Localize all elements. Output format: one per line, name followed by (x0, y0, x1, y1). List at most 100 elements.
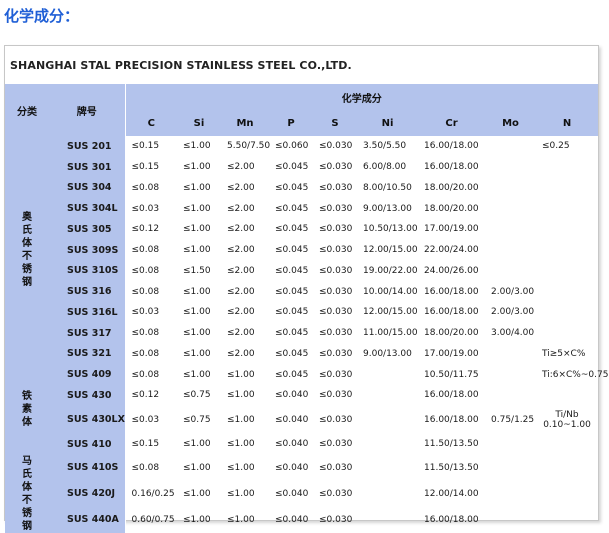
table-row: SUS 301 ≤0.15 ≤1.00 ≤2.00 ≤0.045 ≤0.030 6.00/8… (5, 156, 598, 178)
value-cell-p: ≤0.045 (275, 348, 309, 359)
value-cell-si: ≤1.00 (183, 488, 211, 499)
value-cell-n: Ti/Nb 0.10~1.00 (536, 406, 598, 434)
value-cell-c: ≤0.08 (131, 369, 160, 380)
table-row: SUS 316 ≤0.08 ≤1.00 ≤2.00 ≤0.045 ≤0.030 10.00/… (5, 281, 598, 302)
value-cell-cr: 17.00/19.00 (424, 224, 479, 235)
value-cell-n (536, 281, 598, 302)
value-cell-cr: 16.00/18.00 (424, 141, 479, 152)
element-header-ni: Ni (357, 110, 418, 136)
value-cell-cr: 16.00/18.00 (424, 286, 479, 297)
value-cell-c: ≤0.08 (131, 462, 160, 473)
value-cell-s: ≤0.030 (319, 488, 353, 499)
value-cell-si: ≤1.00 (183, 307, 211, 318)
value-cell-mn: ≤2.00 (227, 265, 255, 276)
value-cell-ni (357, 406, 418, 434)
value-cell-ni: 19.00/22.00 (363, 265, 418, 276)
table-row: SUS 317 ≤0.08 ≤1.00 ≤2.00 ≤0.045 ≤0.030 11.00/… (5, 322, 598, 344)
value-cell-cr: 11.50/13.50 (424, 462, 479, 473)
value-cell-p: ≤0.045 (275, 203, 309, 214)
value-cell-ni: 6.00/8.00 (363, 162, 407, 173)
grade-cell: SUS 317 (49, 322, 126, 344)
table-row: SUS 430LX ≤0.03 ≤0.75 ≤1.00 ≤0.040 ≤0.030 16.0… (5, 405, 598, 434)
grade-cell: SUS 309S (49, 239, 126, 261)
value-cell-mo (485, 385, 536, 406)
value-cell-c: ≤0.03 (131, 203, 160, 214)
value-cell-si: ≤0.75 (183, 414, 211, 425)
value-cell-c: ≤0.12 (131, 224, 160, 235)
table-row: SUS 321 ≤0.08 ≤1.00 ≤2.00 ≤0.045 ≤0.030 9.00/1… (5, 343, 598, 365)
value-cell-cr: 16.00/18.00 (424, 390, 479, 401)
value-cell-si: ≤1.00 (183, 348, 211, 359)
n-value-line-2: 0.10~1.00 (543, 419, 591, 430)
value-cell-mn: 5.50/7.50 (227, 141, 271, 152)
grade-cell: SUS 440A (49, 506, 126, 533)
value-cell-si: ≤1.00 (183, 462, 211, 473)
value-cell-cr: 18.00/20.00 (424, 328, 479, 339)
grade-cell: SUS 316 (49, 281, 126, 302)
value-cell-mo (485, 240, 536, 261)
category-cell: 铁素体 (5, 364, 49, 455)
value-cell-c: ≤0.08 (131, 245, 160, 256)
element-header-si: Si (177, 110, 221, 136)
value-cell-mo (485, 198, 536, 219)
table-row: SUS 309S ≤0.08 ≤1.00 ≤2.00 ≤0.045 ≤0.030 12.00… (5, 239, 598, 261)
value-cell-p: ≤0.040 (275, 514, 309, 525)
table-row: SUS 316L ≤0.03 ≤1.00 ≤2.00 ≤0.045 ≤0.030 12.00… (5, 302, 598, 323)
table-row: SUS 304 ≤0.08 ≤1.00 ≤2.00 ≤0.045 ≤0.030 8.00/1… (5, 177, 598, 199)
value-cell-n (536, 481, 598, 507)
grade-cell: SUS 420J (49, 480, 126, 507)
value-cell-n (536, 323, 598, 344)
element-header-mo: Mo (485, 110, 536, 136)
value-cell-p: ≤0.045 (275, 265, 309, 276)
element-header-n: N (536, 110, 598, 136)
composition-header: 化学成分 (125, 84, 598, 110)
value-cell-ni: 8.00/10.50 (363, 182, 412, 193)
category-label: 奥氏体不锈钢 (22, 212, 32, 289)
value-cell-c: ≤0.15 (131, 439, 160, 450)
value-cell-n (536, 219, 598, 240)
value-cell-n: Ti:6×C%~0.75 (542, 369, 609, 380)
grade-cell: SUS 310S (49, 260, 126, 282)
value-cell-s: ≤0.030 (319, 390, 353, 401)
table-row: SUS 410 ≤0.15 ≤1.00 ≤1.00 ≤0.040 ≤0.030 11.50/… (5, 433, 598, 455)
value-cell-s: ≤0.030 (319, 462, 353, 473)
value-cell-c: ≤0.08 (131, 328, 160, 339)
value-cell-p: ≤0.060 (275, 141, 309, 152)
table-row: 奥氏体不锈钢 SUS 201 ≤0.15 ≤1.00 5.50/7.50 ≤0.060 ≤0… (5, 136, 598, 365)
value-cell-si: ≤1.00 (183, 328, 211, 339)
value-cell-s: ≤0.030 (319, 265, 353, 276)
value-cell-p: ≤0.045 (275, 224, 309, 235)
n-value-line-1: Ti/Nb (555, 409, 579, 420)
value-cell-mn: ≤1.00 (227, 390, 255, 401)
value-cell-mo: 3.00/4.00 (491, 328, 535, 339)
value-cell-n (536, 261, 598, 282)
value-cell-mn: ≤2.00 (227, 162, 255, 173)
value-cell-cr: 18.00/20.00 (424, 182, 479, 193)
value-cell-n (536, 198, 598, 219)
value-cell-c: 0.60/0.75 (131, 514, 175, 525)
table-row: SUS 304L ≤0.03 ≤1.00 ≤2.00 ≤0.045 ≤0.030 9.00/… (5, 198, 598, 219)
value-cell-mn: ≤2.00 (227, 182, 255, 193)
value-cell-si: ≤0.75 (183, 390, 211, 401)
value-cell-c: ≤0.12 (131, 390, 160, 401)
value-cell-ni (357, 364, 418, 385)
table-row: SUS 310S ≤0.08 ≤1.50 ≤2.00 ≤0.045 ≤0.030 19.00… (5, 260, 598, 282)
value-cell-n: ≤0.25 (542, 141, 570, 152)
value-cell-ni (357, 507, 418, 533)
value-cell-c: ≤0.08 (131, 286, 160, 297)
value-cell-mo (485, 261, 536, 282)
value-cell-n (536, 240, 598, 261)
grade-cell: SUS 304L (49, 198, 126, 219)
value-cell-c: ≤0.08 (131, 182, 160, 193)
grade-cell: SUS 410S (49, 454, 126, 481)
value-cell-mn: ≤2.00 (227, 203, 255, 214)
value-cell-p: ≤0.045 (275, 307, 309, 318)
table-row: 马氏体不锈钢 SUS 410S ≤0.08 ≤1.00 ≤1.00 ≤0.040 ≤0.03… (5, 454, 598, 533)
value-cell-cr: 24.00/26.00 (424, 265, 479, 276)
value-cell-mo (485, 434, 536, 455)
category-cell: 马氏体不锈钢 (5, 454, 49, 533)
value-cell-si: ≤1.50 (183, 265, 211, 276)
composition-card: SHANGHAI STAL PRECISION STAINLESS STEEL … (4, 45, 609, 533)
value-cell-mn: ≤1.00 (227, 462, 255, 473)
value-cell-c: ≤0.08 (131, 265, 160, 276)
